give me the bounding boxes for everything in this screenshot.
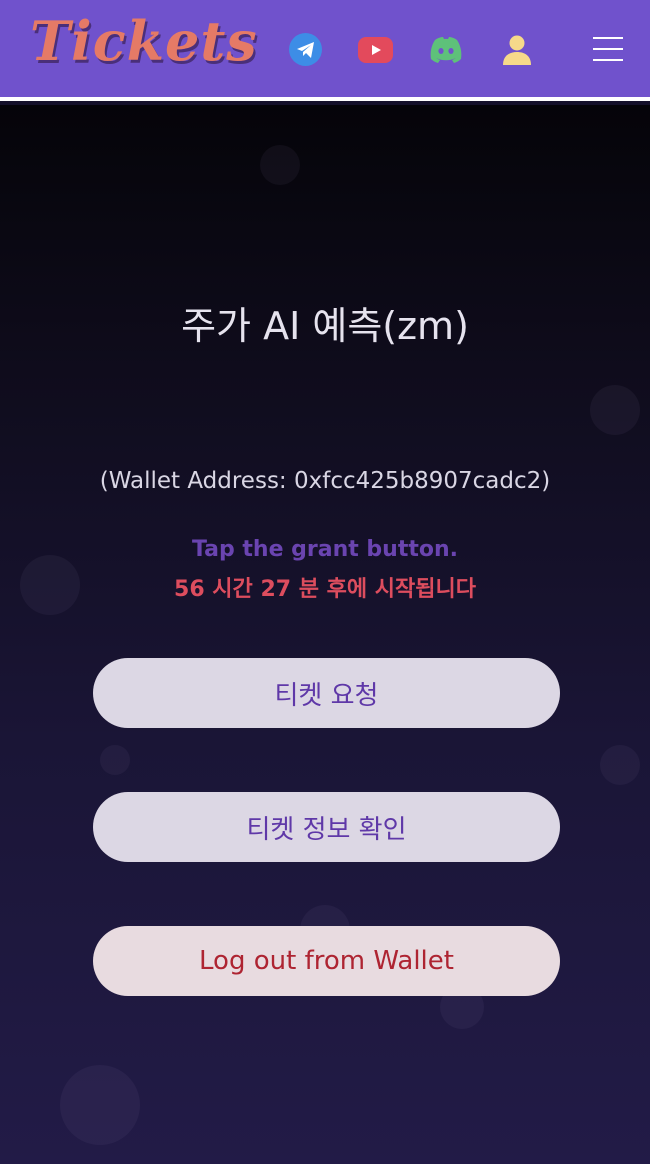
app-logo[interactable]: Tickets xyxy=(30,14,258,68)
background-bokeh xyxy=(600,745,640,785)
youtube-icon[interactable] xyxy=(358,37,393,63)
discord-icon[interactable] xyxy=(428,36,464,64)
request-ticket-button[interactable]: 티켓 요청 xyxy=(93,658,560,728)
logout-button[interactable]: Log out from Wallet xyxy=(93,926,560,996)
countdown-text: 56 시간 27 분 후에 시작됩니다 xyxy=(174,577,476,602)
menu-icon[interactable] xyxy=(592,37,624,61)
menu-bar xyxy=(593,37,623,39)
menu-bar xyxy=(593,48,623,50)
grant-hint: Tap the grant button. xyxy=(191,537,459,562)
main-content: 주가 AI 예측(zm) (Wallet Address: 0xfcc425b8… xyxy=(0,105,650,1164)
telegram-icon[interactable] xyxy=(289,33,322,66)
background-bokeh xyxy=(260,145,300,185)
background-bokeh xyxy=(60,1065,140,1145)
ticket-info-button[interactable]: 티켓 정보 확인 xyxy=(93,792,560,862)
background-bokeh xyxy=(590,385,640,435)
app-header: Tickets xyxy=(0,0,650,101)
user-icon[interactable] xyxy=(500,33,534,67)
background-bokeh xyxy=(100,745,130,775)
menu-bar xyxy=(593,59,623,61)
page-title: 주가 AI 예측(zm) xyxy=(181,304,469,348)
wallet-address: (Wallet Address: 0xfcc425b8907cadc2) xyxy=(99,468,551,494)
